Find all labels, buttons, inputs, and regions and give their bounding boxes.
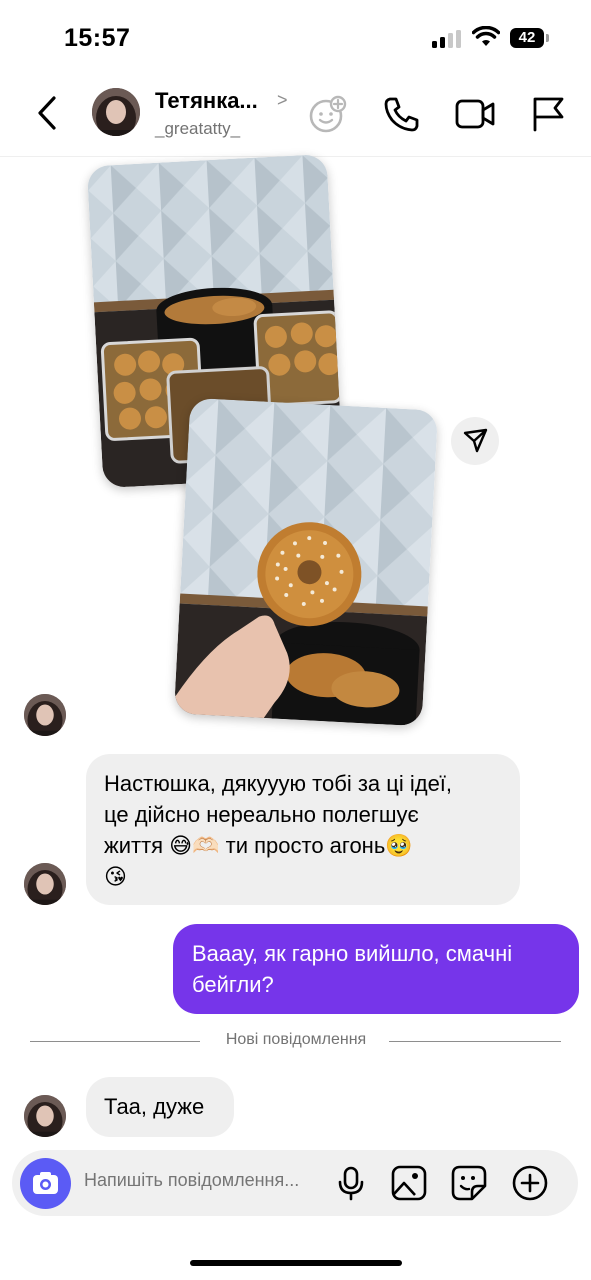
back-icon xyxy=(38,96,56,130)
sent-message-bubble[interactable]: Вааау, як гарно вийшло, смачні бейгли? xyxy=(173,924,579,1014)
message-line: це дійсно нереально полегшує xyxy=(104,802,419,827)
send-icon xyxy=(463,428,488,453)
received-message-bubble[interactable]: Таа, дуже xyxy=(86,1077,234,1137)
message-input[interactable] xyxy=(84,1170,324,1191)
camera-button[interactable] xyxy=(20,1158,71,1209)
flag-icon[interactable] xyxy=(528,94,568,134)
divider-line-left xyxy=(30,1041,200,1042)
divider-line-right xyxy=(389,1041,561,1042)
message-line: Настюшка, дякууую тобі за ці ідеї, xyxy=(104,771,453,796)
sender-avatar[interactable] xyxy=(24,1095,66,1137)
cellular-signal-icon xyxy=(432,30,462,48)
message-line: 😘 xyxy=(104,864,127,889)
message-line: Вааау, як гарно вийшло, смачні xyxy=(192,941,513,966)
phone-icon[interactable] xyxy=(382,94,422,134)
sender-avatar[interactable] xyxy=(24,694,66,736)
status-time: 15:57 xyxy=(64,24,131,52)
video-icon[interactable] xyxy=(455,94,495,134)
home-indicator xyxy=(190,1260,402,1266)
shared-photo-2[interactable] xyxy=(173,397,439,727)
chevron-right-icon[interactable]: > xyxy=(277,90,288,111)
message-line: бейгли? xyxy=(192,972,274,997)
sender-avatar[interactable] xyxy=(24,863,66,905)
contact-name[interactable]: Тетянка... xyxy=(155,88,258,114)
sticker-icon[interactable] xyxy=(450,1164,488,1202)
microphone-icon[interactable] xyxy=(332,1164,370,1202)
received-message-bubble[interactable]: Настюшка, дякууую тобі за ці ідеї, це ді… xyxy=(86,754,520,905)
gallery-icon[interactable] xyxy=(390,1164,428,1202)
wifi-icon xyxy=(472,26,500,46)
header-avatar[interactable] xyxy=(92,88,140,136)
message-text: Таа, дуже xyxy=(104,1094,205,1119)
contact-username: _greatatty_ xyxy=(155,119,241,138)
back-button[interactable] xyxy=(30,90,66,136)
message-line: життя 😅🫶🏻 ти просто агонь🥹 xyxy=(104,833,413,858)
new-messages-label: Нові повідомлення xyxy=(225,1031,367,1048)
share-button[interactable] xyxy=(451,417,499,465)
camera-icon xyxy=(33,1172,58,1194)
battery-tip xyxy=(546,34,549,42)
plus-icon[interactable] xyxy=(511,1164,549,1202)
battery-icon: 42 xyxy=(510,28,544,48)
effects-icon[interactable] xyxy=(308,94,348,134)
